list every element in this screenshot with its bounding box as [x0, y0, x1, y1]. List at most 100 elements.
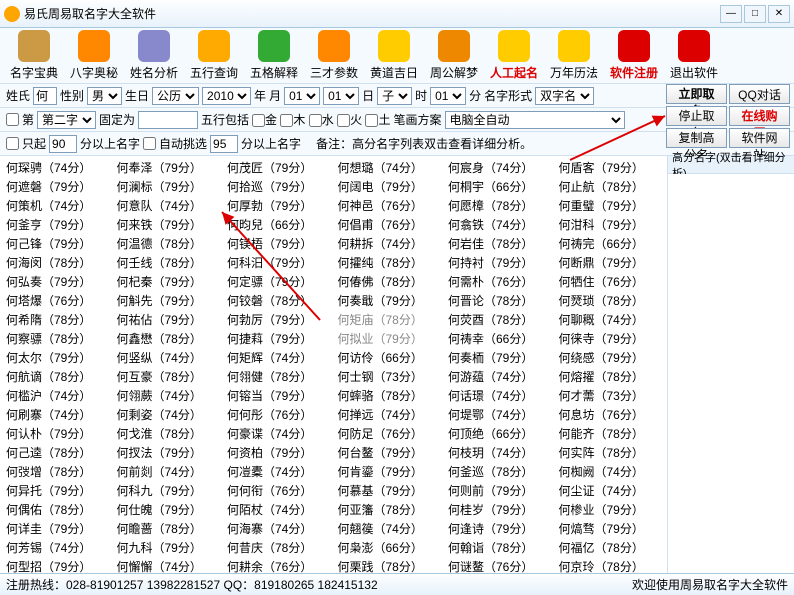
element-check-水[interactable] [309, 114, 322, 127]
name-cell[interactable]: 何航谪（78分） [4, 367, 111, 386]
fix-input[interactable] [138, 111, 198, 129]
name-cell[interactable]: 何防足（76分） [336, 424, 443, 443]
name-cell[interactable]: 何海寨（74分） [225, 519, 332, 538]
name-cell[interactable]: 何桐宇（66分） [446, 177, 553, 196]
name-cell[interactable]: 何话璟（74分） [446, 386, 553, 405]
name-cell[interactable]: 何枭澎（66分） [336, 538, 443, 557]
toolbar-item-10[interactable]: 软件注册 [606, 30, 662, 81]
name-cell[interactable]: 何晋论（78分） [446, 291, 553, 310]
name-cell[interactable]: 何谜鳌（76分） [446, 557, 553, 573]
toolbar-item-0[interactable]: 名字宝典 [6, 30, 62, 81]
name-cell[interactable]: 何荧酉（78分） [446, 310, 553, 329]
name-cell[interactable]: 何鑫懋（78分） [115, 329, 222, 348]
calendar-select[interactable]: 公历 [152, 87, 199, 105]
name-cell[interactable]: 何重璧（79分） [557, 196, 664, 215]
gender-select[interactable]: 男 [87, 87, 122, 105]
maximize-button[interactable]: □ [744, 5, 766, 23]
name-form-select[interactable]: 双字名 [535, 87, 594, 105]
name-cell[interactable]: 何想璐（74分） [336, 158, 443, 177]
element-check-土[interactable] [365, 114, 378, 127]
name-cell[interactable]: 何愿樟（78分） [446, 196, 553, 215]
only-start-check[interactable] [6, 137, 19, 150]
toolbar-item-3[interactable]: 五行查询 [186, 30, 242, 81]
toolbar-item-11[interactable]: 退出软件 [666, 30, 722, 81]
name-cell[interactable]: 何翕铁（74分） [446, 215, 553, 234]
month-select[interactable]: 01 [284, 87, 320, 105]
buy-online-button[interactable]: 在线购买 [729, 106, 790, 126]
start-naming-button[interactable]: 立即取名 [666, 84, 727, 104]
hour-branch-select[interactable]: 子 [377, 87, 412, 105]
name-cell[interactable]: 何牺住（76分） [557, 272, 664, 291]
software-website-button[interactable]: 软件网站 [729, 128, 790, 148]
name-cell[interactable]: 何慕基（79分） [336, 481, 443, 500]
name-cell[interactable]: 何琛骋（74分） [4, 158, 111, 177]
name-cell[interactable]: 何剩姿（74分） [115, 405, 222, 424]
name-cell[interactable]: 何己逵（78分） [4, 443, 111, 462]
name-cell[interactable]: 何岩佳（78分） [446, 234, 553, 253]
name-cell[interactable]: 何拾巡（79分） [225, 177, 332, 196]
name-cell[interactable]: 何希隋（78分） [4, 310, 111, 329]
toolbar-item-7[interactable]: 周公解梦 [426, 30, 482, 81]
name-cell[interactable]: 何戈淮（78分） [115, 424, 222, 443]
name-cell[interactable]: 何勃厉（79分） [225, 310, 332, 329]
name-cell[interactable]: 何耕拆（74分） [336, 234, 443, 253]
name-cell[interactable]: 何昔庆（78分） [225, 538, 332, 557]
name-cell[interactable]: 何竖纵（74分） [115, 348, 222, 367]
name-cell[interactable]: 何耕余（76分） [225, 557, 332, 573]
name-cell[interactable]: 何台鳌（79分） [336, 443, 443, 462]
name-cell[interactable]: 何尘证（74分） [557, 481, 664, 500]
close-button[interactable]: ✕ [768, 5, 790, 23]
name-cell[interactable]: 何聊穊（74分） [557, 310, 664, 329]
name-cell[interactable]: 何徕寺（79分） [557, 329, 664, 348]
year-select[interactable]: 2010 [202, 87, 251, 105]
name-cell[interactable]: 何弘奏（79分） [4, 272, 111, 291]
name-cell[interactable]: 何椮业（79分） [557, 500, 664, 519]
name-cell[interactable]: 何蟀骆（78分） [336, 386, 443, 405]
name-cell[interactable]: 何海闵（78分） [4, 253, 111, 272]
name-cell[interactable]: 何意队（74分） [115, 196, 222, 215]
toolbar-item-8[interactable]: 人工起名 [486, 30, 542, 81]
name-cell[interactable]: 何奏戢（79分） [336, 291, 443, 310]
name-cell[interactable]: 何翎健（78分） [225, 367, 332, 386]
hour-select[interactable]: 01 [430, 87, 466, 105]
name-cell[interactable]: 何则前（79分） [446, 481, 553, 500]
name-cell[interactable]: 何翹篌（74分） [336, 519, 443, 538]
name-cell[interactable]: 何止航（78分） [557, 177, 664, 196]
name-cell[interactable]: 何芳锡（74分） [4, 538, 111, 557]
name-cell[interactable]: 何偶佑（78分） [4, 500, 111, 519]
toolbar-item-5[interactable]: 三才参数 [306, 30, 362, 81]
name-cell[interactable]: 何前剡（74分） [115, 462, 222, 481]
only-start-input[interactable] [49, 135, 77, 153]
name-cell[interactable]: 何何衔（76分） [225, 481, 332, 500]
name-cell[interactable]: 何京玲（78分） [557, 557, 664, 573]
name-cell[interactable]: 何祷完（66分） [557, 234, 664, 253]
name-cell[interactable]: 何九科（79分） [115, 538, 222, 557]
name-cell[interactable]: 何偆佛（78分） [336, 272, 443, 291]
name-cell[interactable]: 何互豪（78分） [115, 367, 222, 386]
name-cell[interactable]: 何刷寨（74分） [4, 405, 111, 424]
name-cell[interactable]: 何能齐（78分） [557, 424, 664, 443]
name-cell[interactable]: 何游蕴（74分） [446, 367, 553, 386]
name-cell[interactable]: 何己锋（79分） [4, 234, 111, 253]
name-cell[interactable]: 何异托（79分） [4, 481, 111, 500]
name-cell[interactable]: 何宸身（74分） [446, 158, 553, 177]
name-cell[interactable]: 何型招（79分） [4, 557, 111, 573]
name-cell[interactable]: 何神邑（76分） [336, 196, 443, 215]
char-pos-select[interactable]: 第二字 [37, 111, 96, 129]
name-cell[interactable]: 何认朴（79分） [4, 424, 111, 443]
name-cell[interactable]: 何铰磐（78分） [225, 291, 332, 310]
name-cell[interactable]: 何倡甫（76分） [336, 215, 443, 234]
name-cell[interactable]: 何堤鄂（74分） [446, 405, 553, 424]
name-cell[interactable]: 何熇骛（79分） [557, 519, 664, 538]
name-cell[interactable]: 何太尔（79分） [4, 348, 111, 367]
name-cell[interactable]: 何翰诣（78分） [446, 538, 553, 557]
name-cell[interactable]: 何亚籓（78分） [336, 500, 443, 519]
name-cell[interactable]: 何科汨（79分） [225, 253, 332, 272]
name-cell[interactable]: 何矩辉（74分） [225, 348, 332, 367]
copy-high-score-button[interactable]: 复制高分名 [666, 128, 727, 148]
name-cell[interactable]: 何厚勃（79分） [225, 196, 332, 215]
name-cell[interactable]: 何釜巡（78分） [446, 462, 553, 481]
toolbar-item-9[interactable]: 万年历法 [546, 30, 602, 81]
name-cell[interactable]: 何壬线（78分） [115, 253, 222, 272]
name-cell[interactable]: 何察骠（78分） [4, 329, 111, 348]
